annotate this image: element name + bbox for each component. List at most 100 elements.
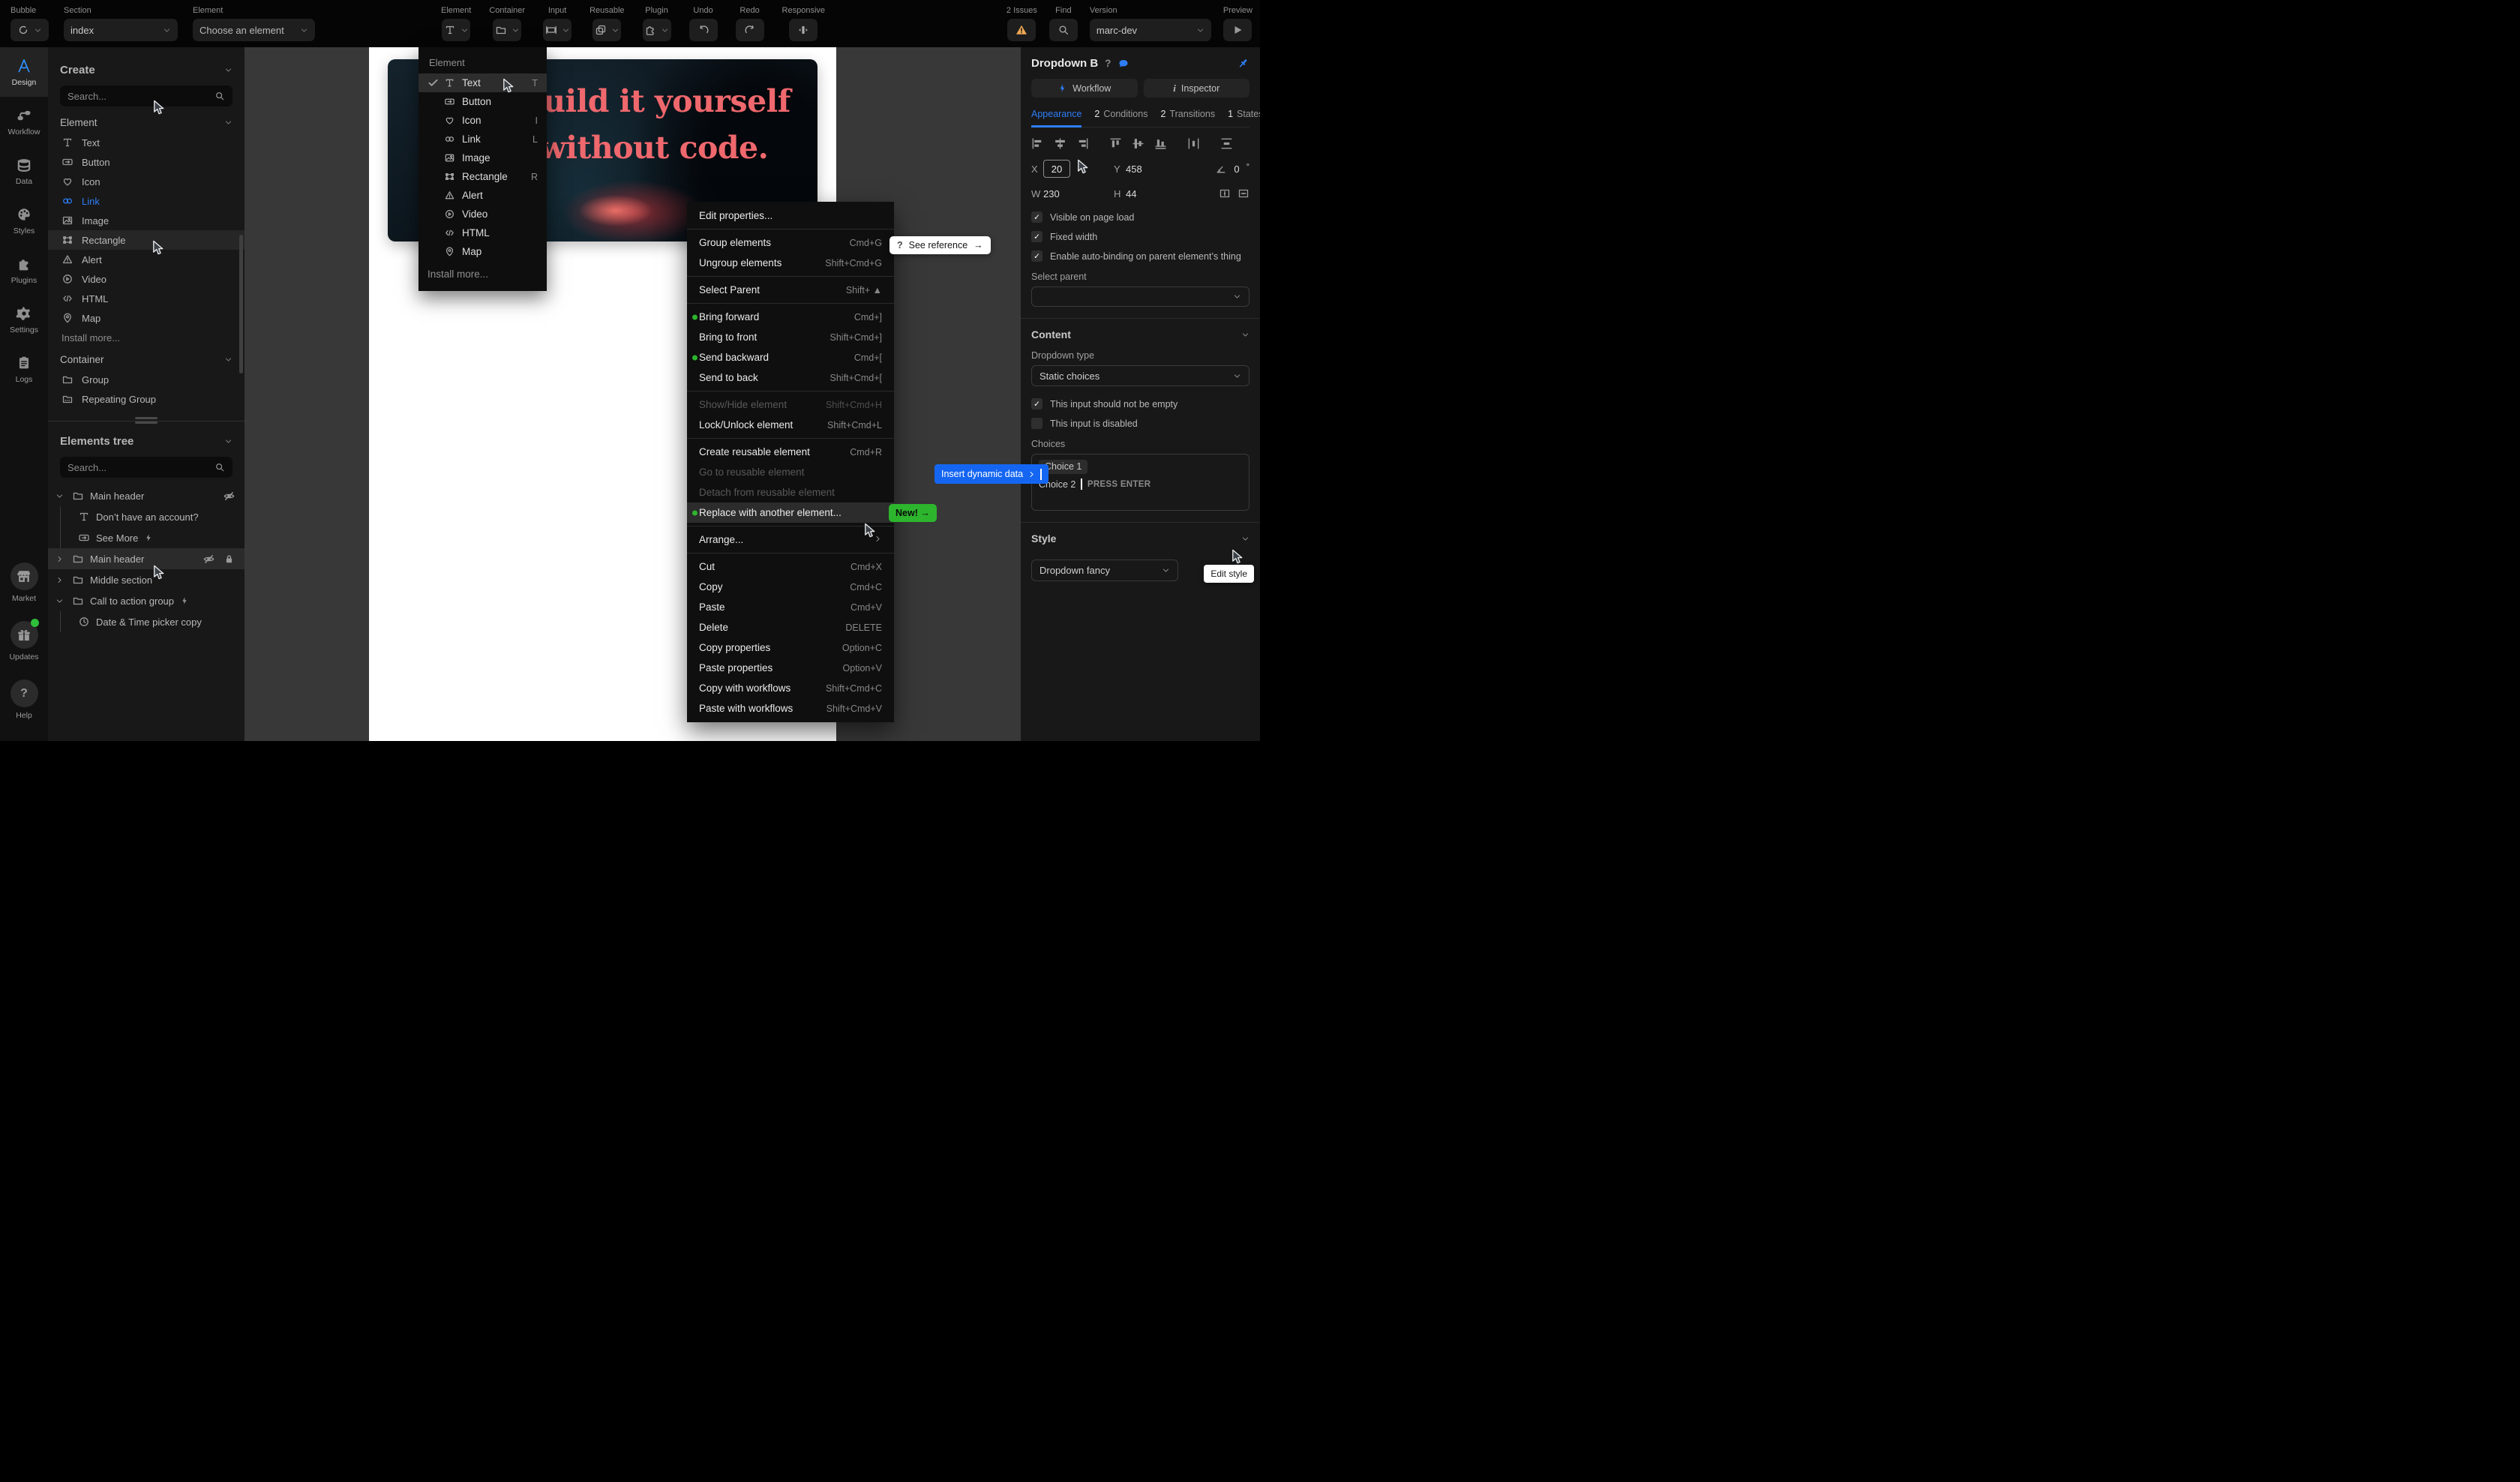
sidebar-item-logs[interactable]: Logs <box>0 344 48 394</box>
element-button[interactable] <box>442 19 471 41</box>
dropdown-type-select[interactable]: Static choices <box>1031 365 1250 386</box>
palette-item-map[interactable]: Map <box>48 308 244 328</box>
palette-item-icon[interactable]: Icon <box>48 172 244 191</box>
lock-icon[interactable] <box>223 553 236 566</box>
h-value[interactable]: 44 <box>1126 188 1165 200</box>
bubble-logo-button[interactable] <box>10 19 49 41</box>
palette-item-text[interactable]: Text <box>48 133 244 152</box>
context-menu-item-detach-from-reusable-element[interactable]: Detach from reusable element <box>687 482 894 502</box>
tree-item-main-header[interactable]: Main header <box>48 485 244 506</box>
x-input[interactable] <box>1043 160 1070 178</box>
container-section-header[interactable]: Container <box>48 354 244 365</box>
expand-toggle[interactable] <box>56 555 66 563</box>
comment-icon[interactable] <box>1118 58 1130 70</box>
align-center-vertical-icon[interactable] <box>1054 137 1066 150</box>
plugin-button[interactable] <box>642 19 671 41</box>
context-menu-item-copy-with-workflows[interactable]: Copy with workflows Shift+Cmd+C <box>687 678 894 698</box>
workflow-button[interactable]: Workflow <box>1031 79 1138 98</box>
context-menu-item-copy-properties[interactable]: Copy properties Option+C <box>687 638 894 658</box>
context-menu-item-copy[interactable]: Copy Cmd+C <box>687 577 894 597</box>
context-menu-item-group-elements[interactable]: Group elements Cmd+G <box>687 232 894 253</box>
context-menu-item-bring-to-front[interactable]: Bring to front Shift+Cmd+] <box>687 327 894 347</box>
context-menu-item-go-to-reusable-element[interactable]: Go to reusable element <box>687 462 894 482</box>
palette-item-group[interactable]: Group <box>48 370 244 389</box>
eyeslash-icon[interactable] <box>202 553 215 566</box>
palette-item-rectangle[interactable]: Rectangle <box>48 230 244 250</box>
style-section-header[interactable]: Style <box>1031 532 1250 544</box>
palette-item-repeating-group[interactable]: Repeating Group <box>48 389 244 409</box>
angle-value[interactable]: 0 <box>1234 164 1239 175</box>
hero-headline[interactable]: Build it yourself without code. <box>504 79 804 171</box>
context-menu-item-paste-with-workflows[interactable]: Paste with workflows Shift+Cmd+V <box>687 698 894 718</box>
w-value[interactable]: 230 <box>1043 188 1082 200</box>
element-menu-item-button[interactable]: Button <box>418 92 547 111</box>
expand-toggle[interactable] <box>56 576 66 584</box>
checkbox-fixed-width[interactable]: ✓ Fixed width <box>1031 231 1250 242</box>
help-icon[interactable]: ? <box>1105 58 1111 69</box>
element-menu-item-html[interactable]: HTML <box>418 224 547 242</box>
tree-search-input[interactable] <box>68 461 208 473</box>
element-menu-item-map[interactable]: Map <box>418 242 547 261</box>
pin-icon[interactable] <box>1237 57 1250 70</box>
context-menu-item-lock-unlock-element[interactable]: Lock/Unlock element Shift+Cmd+L <box>687 415 894 435</box>
palette-item-button[interactable]: Button <box>48 152 244 172</box>
context-menu-item-select-parent[interactable]: Select Parent Shift+ ▲ <box>687 280 894 300</box>
collapse-toggle[interactable] <box>56 597 66 605</box>
tree-item-call-to-action-group[interactable]: Call to action group <box>48 590 244 611</box>
context-menu-item-arrange[interactable]: Arrange... <box>687 530 894 550</box>
new-badge[interactable]: New! → <box>889 503 937 522</box>
reusable-button[interactable] <box>592 19 622 41</box>
find-button[interactable] <box>1048 19 1078 41</box>
align-top-icon[interactable] <box>1109 137 1122 150</box>
create-section-header[interactable]: Create <box>48 64 244 76</box>
element-menu-item-link[interactable]: Link L <box>418 130 547 148</box>
install-more-link[interactable]: Install more... <box>48 328 244 344</box>
tab-transitions[interactable]: 2 Transitions <box>1160 109 1215 128</box>
tree-item-see-more[interactable]: See More <box>48 527 244 548</box>
align-middle-icon[interactable] <box>1132 137 1144 150</box>
sidebar-item-data[interactable]: Data <box>0 146 48 196</box>
preview-button[interactable] <box>1223 19 1252 41</box>
palette-item-link[interactable]: Link <box>48 191 244 211</box>
select-parent-dropdown[interactable] <box>1031 286 1250 307</box>
create-search-input[interactable] <box>68 90 208 102</box>
sidebar-item-market[interactable]: Market <box>0 562 48 616</box>
redo-button[interactable] <box>735 19 764 41</box>
palette-item-html[interactable]: HTML <box>48 289 244 308</box>
context-menu-item-paste-properties[interactable]: Paste properties Option+V <box>687 658 894 678</box>
element-menu-item-text[interactable]: Text T <box>418 74 547 92</box>
distribute-vertical-icon[interactable] <box>1220 137 1233 150</box>
palette-item-image[interactable]: Image <box>48 211 244 230</box>
inspector-button[interactable]: i Inspector <box>1143 79 1250 98</box>
tab-states[interactable]: 1States <box>1228 109 1260 128</box>
content-section-header[interactable]: Content <box>1031 328 1250 340</box>
container-button[interactable] <box>493 19 522 41</box>
align-bottom-icon[interactable] <box>1154 137 1167 150</box>
element-menu-item-alert[interactable]: Alert <box>418 186 547 205</box>
context-menu-item-replace-with-another-element[interactable]: Replace with another element... New! → <box>687 502 937 523</box>
left-panel-scrollbar[interactable] <box>239 235 243 374</box>
element-menu-item-image[interactable]: Image <box>418 148 547 167</box>
elements-tree-header[interactable]: Elements tree <box>48 435 244 448</box>
context-menu-item-cut[interactable]: Cut Cmd+X <box>687 556 894 577</box>
tree-item-main-header[interactable]: Main header <box>48 548 244 569</box>
fit-height-icon[interactable] <box>1219 188 1231 200</box>
checkbox-visible-on-page-load[interactable]: ✓ Visible on page load <box>1031 212 1250 223</box>
collapse-toggle[interactable] <box>56 492 66 500</box>
sidebar-item-settings[interactable]: Settings <box>0 295 48 344</box>
tree-item-don-t-have-an-account[interactable]: Don’t have an account? <box>48 506 244 527</box>
element-select[interactable]: Choose an element <box>193 19 315 41</box>
context-menu-item-show-hide-element[interactable]: Show/Hide element Shift+Cmd+H <box>687 394 894 415</box>
tab-appearance[interactable]: Appearance <box>1031 109 1082 128</box>
choices-input[interactable]: Choice 1 Choice 2 PRESS ENTER <box>1031 454 1250 511</box>
input-button[interactable] <box>543 19 572 41</box>
fit-width-icon[interactable] <box>1238 188 1250 200</box>
section-select[interactable]: index <box>64 19 178 41</box>
context-menu-item-paste[interactable]: Paste Cmd+V <box>687 597 894 617</box>
issues-button[interactable] <box>1007 19 1036 41</box>
panel-resize-handle[interactable] <box>135 417 158 424</box>
distribute-horizontal-icon[interactable] <box>1187 137 1200 150</box>
sidebar-item-styles[interactable]: Styles <box>0 196 48 245</box>
y-value[interactable]: 458 <box>1126 164 1165 175</box>
context-menu-item-delete[interactable]: Delete DELETE <box>687 617 894 638</box>
